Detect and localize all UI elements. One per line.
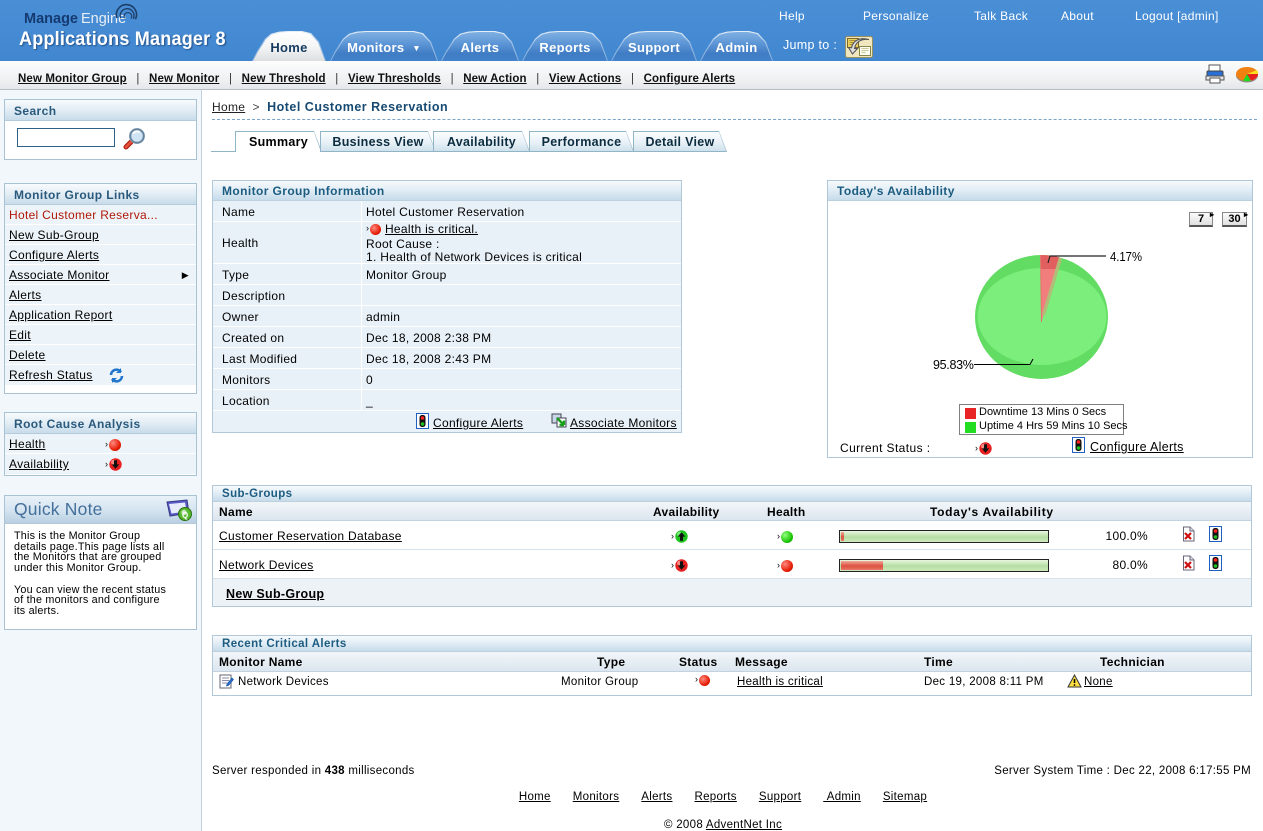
svg-text:Q: Q: [182, 511, 188, 520]
svg-text:4.17%: 4.17%: [1110, 249, 1142, 264]
